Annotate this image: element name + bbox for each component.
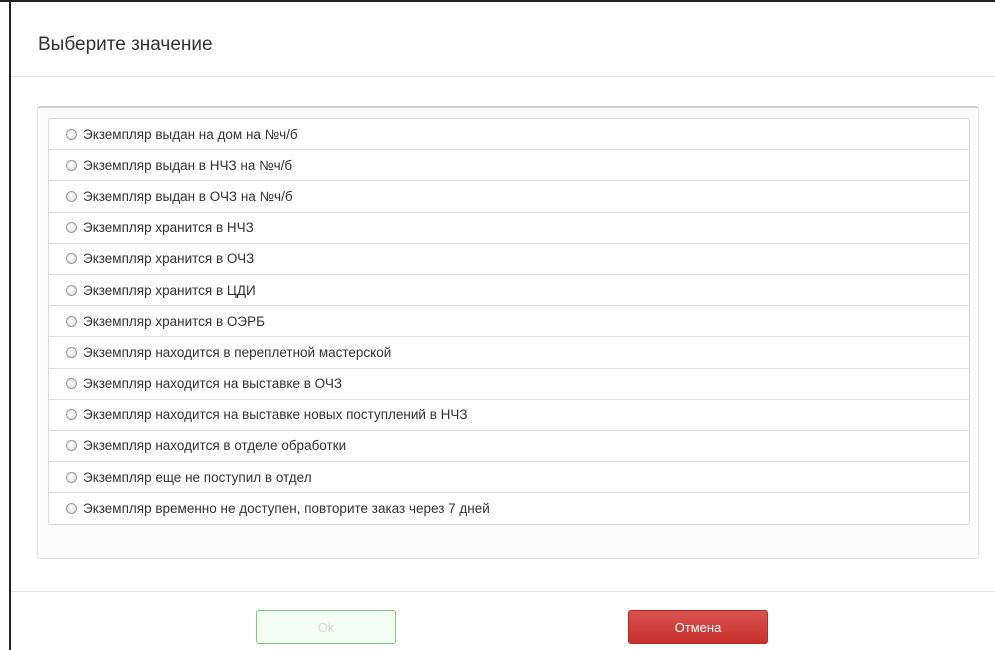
dialog-footer: Ok Отмена [11, 591, 995, 650]
option-item[interactable]: Экземпляр находится в отделе обработки [49, 431, 969, 463]
option-label: Экземпляр хранится в ЦДИ [83, 282, 256, 298]
radio-icon[interactable] [66, 378, 77, 390]
radio-icon[interactable] [66, 346, 77, 358]
option-label: Экземпляр находится в отделе обработки [83, 438, 347, 454]
ok-button[interactable]: Ok [256, 610, 396, 644]
option-label: Экземпляр хранится в ОЧЗ [83, 251, 255, 267]
option-label: Экземпляр выдан в ОЧЗ на №ч/б [83, 188, 293, 204]
option-label: Экземпляр выдан на дом на №ч/б [83, 126, 298, 142]
options-list: Экземпляр выдан на дом на №ч/б Экземпляр… [48, 118, 970, 526]
dialog-body: Экземпляр выдан на дом на №ч/б Экземпляр… [11, 77, 995, 591]
option-item[interactable]: Экземпляр временно не доступен, повторит… [49, 493, 969, 524]
select-value-dialog: Выберите значение Экземпляр выдан на дом… [11, 2, 995, 650]
option-item[interactable]: Экземпляр хранится в ОЭРБ [49, 306, 969, 338]
option-item[interactable]: Экземпляр находится на выставке новых по… [49, 400, 969, 431]
radio-icon[interactable] [66, 222, 77, 234]
option-label: Экземпляр находится в переплетной мастер… [83, 344, 392, 360]
radio-icon[interactable] [66, 503, 77, 515]
screen: Выберите значение Экземпляр выдан на дом… [0, 0, 995, 650]
option-label: Экземпляр находится на выставке в ОЧЗ [83, 376, 343, 392]
radio-icon[interactable] [66, 284, 77, 296]
option-label: Экземпляр хранится в НЧЗ [83, 220, 254, 236]
cancel-button[interactable]: Отмена [628, 610, 768, 644]
option-label: Экземпляр выдан в НЧЗ на №ч/б [83, 157, 293, 173]
option-item[interactable]: Экземпляр хранится в ОЧЗ [49, 244, 969, 275]
option-item[interactable]: Экземпляр находится на выставке в ОЧЗ [49, 369, 969, 400]
dialog-header: Выберите значение [11, 2, 995, 77]
radio-icon[interactable] [66, 190, 77, 202]
option-label: Экземпляр хранится в ОЭРБ [83, 313, 265, 329]
option-label: Экземпляр находится на выставке новых по… [83, 407, 468, 423]
option-item[interactable]: Экземпляр хранится в ЦДИ [49, 275, 969, 307]
radio-icon[interactable] [66, 440, 77, 452]
option-label: Экземпляр еще не поступил в отдел [83, 469, 312, 485]
radio-icon[interactable] [66, 315, 77, 327]
radio-icon[interactable] [66, 409, 77, 421]
option-item[interactable]: Экземпляр выдан в ОЧЗ на №ч/б [49, 181, 969, 213]
option-label: Экземпляр временно не доступен, повторит… [83, 501, 490, 517]
options-panel: Экземпляр выдан на дом на №ч/б Экземпляр… [37, 106, 979, 559]
radio-icon[interactable] [66, 128, 77, 140]
option-item[interactable]: Экземпляр выдан на дом на №ч/б [49, 119, 969, 151]
radio-icon[interactable] [66, 253, 77, 265]
dialog-title: Выберите значение [38, 34, 213, 55]
option-item[interactable]: Экземпляр хранится в НЧЗ [49, 213, 969, 244]
option-item[interactable]: Экземпляр еще не поступил в отдел [49, 462, 969, 494]
radio-icon[interactable] [66, 159, 77, 171]
option-item[interactable]: Экземпляр находится в переплетной мастер… [49, 337, 969, 369]
radio-icon[interactable] [66, 471, 77, 483]
option-item[interactable]: Экземпляр выдан в НЧЗ на №ч/б [49, 150, 969, 182]
